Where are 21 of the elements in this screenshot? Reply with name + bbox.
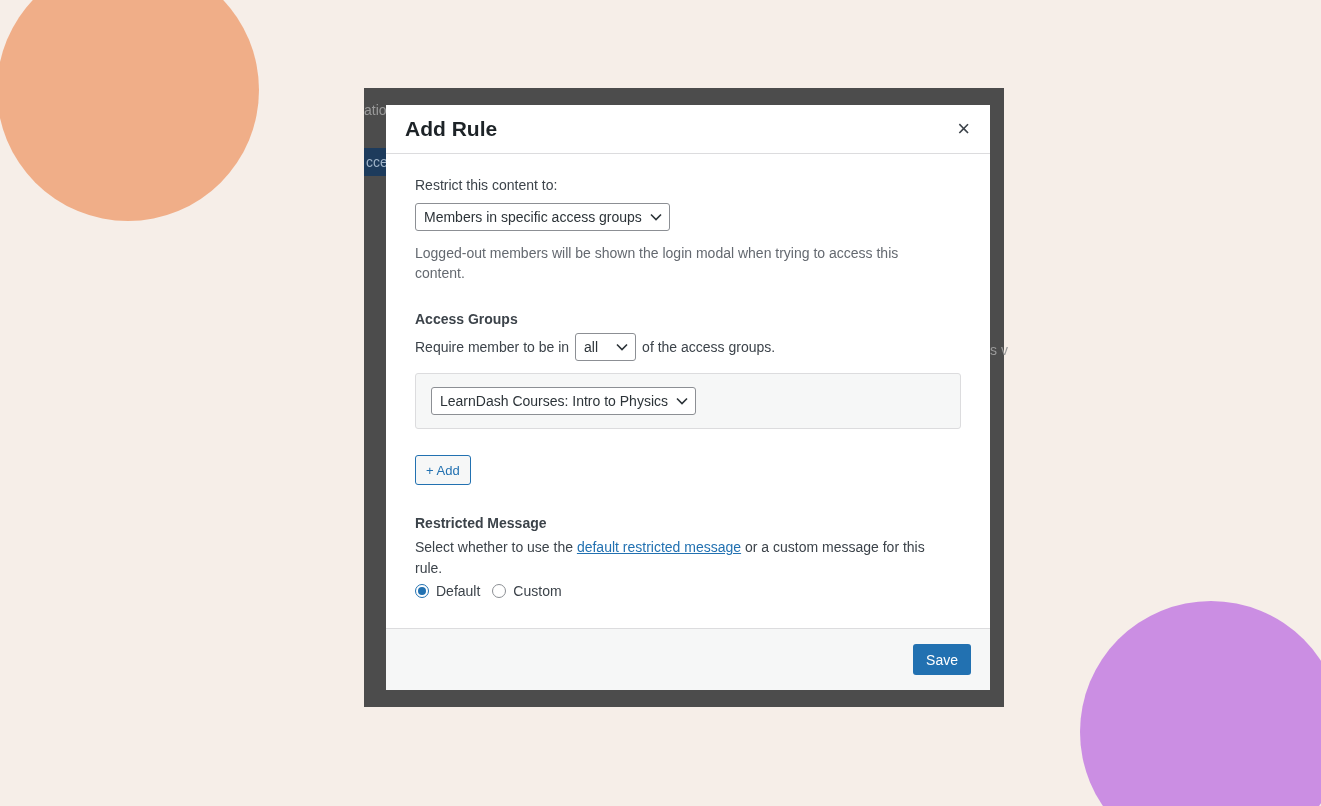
field-label: Restrict this content to: [415,177,559,193]
chevron-down-icon [616,343,629,351]
requirement-text: of the access groups. [642,339,776,355]
help-text: Logged-out members will be shown the login modal when trying to access this content. [415,244,900,283]
match-select[interactable]: all [575,333,637,361]
section-heading: Access Groups [415,311,519,327]
backdrop-text: atio [364,102,387,118]
radio-option[interactable]: Default [415,583,481,599]
description-text: Select whether to use the default restricted message or a custom message for this rule. [415,538,926,578]
default-message-link[interactable]: default restricted message [576,539,742,555]
section-heading: Restricted Message [415,515,548,531]
add-button[interactable]: + Add [415,455,471,485]
close-button[interactable]: × [955,118,972,140]
group-select[interactable]: LearnDash Courses: Intro to Physics [431,387,696,415]
requirement-text: Require member to be in [415,339,570,355]
modal-title: Add Rule [405,117,498,141]
restrict-select[interactable]: Members in specific access groups [415,203,670,231]
chevron-down-icon [676,397,688,405]
chevron-down-icon [649,213,662,221]
save-button[interactable]: Save [913,644,971,675]
radio-option[interactable]: Custom [492,583,562,599]
